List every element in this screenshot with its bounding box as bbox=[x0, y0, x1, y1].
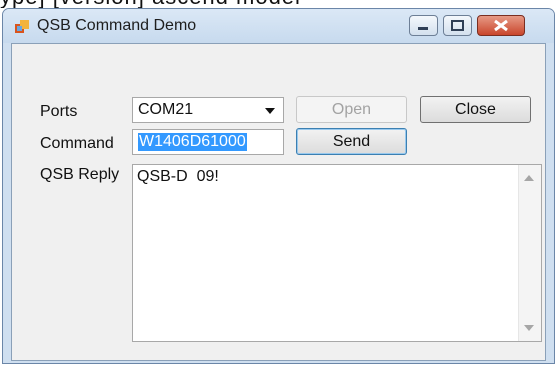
app-window: QSB Command Demo Ports COM21 Open Close bbox=[2, 8, 555, 364]
ports-select[interactable]: COM21 bbox=[132, 97, 284, 123]
background-partial-text: ype] [version] ascend model bbox=[0, 0, 557, 8]
window-title: QSB Command Demo bbox=[37, 17, 197, 34]
send-button[interactable]: Send bbox=[296, 128, 407, 155]
command-label: Command bbox=[40, 135, 114, 152]
maximize-button[interactable] bbox=[443, 15, 472, 36]
app-form-icon bbox=[15, 20, 29, 33]
minimize-button[interactable] bbox=[409, 15, 438, 36]
reply-scrollbar[interactable] bbox=[518, 165, 541, 341]
open-button[interactable]: Open bbox=[296, 96, 407, 123]
command-input-value: W1406D61000 bbox=[138, 133, 247, 151]
command-input[interactable]: W1406D61000 bbox=[132, 129, 284, 155]
chevron-down-icon bbox=[265, 108, 275, 114]
close-window-button[interactable] bbox=[477, 15, 525, 36]
close-icon bbox=[494, 19, 508, 32]
ports-selected-value: COM21 bbox=[138, 101, 194, 118]
qsb-reply-text: QSB-D 09! bbox=[137, 168, 219, 185]
scroll-up-icon[interactable] bbox=[524, 175, 534, 181]
scroll-down-icon[interactable] bbox=[524, 325, 534, 331]
qsb-reply-textarea[interactable]: QSB-D 09! bbox=[132, 164, 542, 342]
close-port-button[interactable]: Close bbox=[420, 96, 531, 123]
maximize-icon bbox=[451, 20, 464, 31]
qsb-reply-label: QSB Reply bbox=[40, 166, 120, 183]
form-client-area: Ports COM21 Open Close Command W1406D610… bbox=[11, 43, 546, 361]
ports-label: Ports bbox=[40, 103, 78, 120]
minimize-icon bbox=[418, 27, 428, 30]
title-bar[interactable]: QSB Command Demo bbox=[3, 9, 554, 43]
